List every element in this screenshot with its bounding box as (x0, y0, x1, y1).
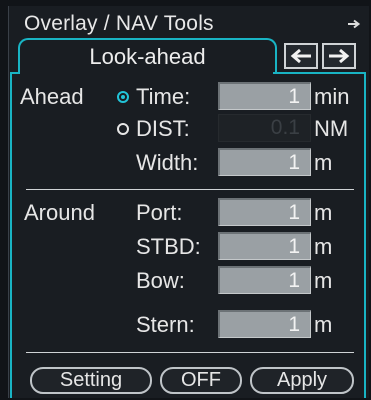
window-title: Overlay / NAV Tools (24, 12, 214, 35)
off-button[interactable]: OFF (160, 367, 242, 394)
bow-label: Bow: (136, 268, 185, 293)
arrow-left-icon (289, 48, 313, 64)
footer-divider (26, 352, 354, 353)
bow-unit: m (314, 268, 333, 293)
tab-look-ahead[interactable]: Look-ahead (18, 38, 277, 74)
dist-unit: NM (314, 116, 349, 141)
width-unit: m (314, 150, 333, 175)
apply-button[interactable]: Apply (250, 367, 354, 394)
time-radio[interactable] (117, 91, 129, 103)
stbd-input[interactable]: 1 (218, 232, 311, 260)
setting-button[interactable]: Setting (30, 367, 152, 394)
stbd-label: STBD: (136, 234, 201, 259)
arrow-right-icon[interactable] (347, 16, 361, 33)
width-input[interactable]: 1 (218, 148, 311, 176)
port-unit: m (314, 200, 333, 225)
port-input[interactable]: 1 (218, 198, 311, 226)
stern-label: Stern: (136, 312, 195, 337)
ahead-label: Ahead (20, 84, 84, 109)
stern-unit: m (314, 312, 333, 337)
next-tab-button[interactable] (322, 43, 356, 69)
arrow-right-icon (327, 48, 351, 64)
time-unit: min (314, 84, 350, 109)
time-label: Time: (136, 84, 191, 109)
time-input[interactable]: 1 (218, 82, 311, 110)
prev-tab-button[interactable] (284, 43, 318, 69)
width-label: Width: (136, 150, 199, 175)
port-label: Port: (136, 200, 183, 225)
dist-input[interactable]: 0.1 (218, 114, 311, 142)
stern-input[interactable]: 1 (218, 310, 311, 338)
bow-input[interactable]: 1 (218, 266, 311, 294)
tab-look-ahead-label: Look-ahead (89, 44, 206, 69)
around-label: Around (24, 200, 95, 225)
stbd-unit: m (314, 234, 333, 259)
dist-radio[interactable] (117, 123, 129, 135)
dist-label: DIST: (136, 116, 190, 141)
section-divider (26, 189, 354, 190)
